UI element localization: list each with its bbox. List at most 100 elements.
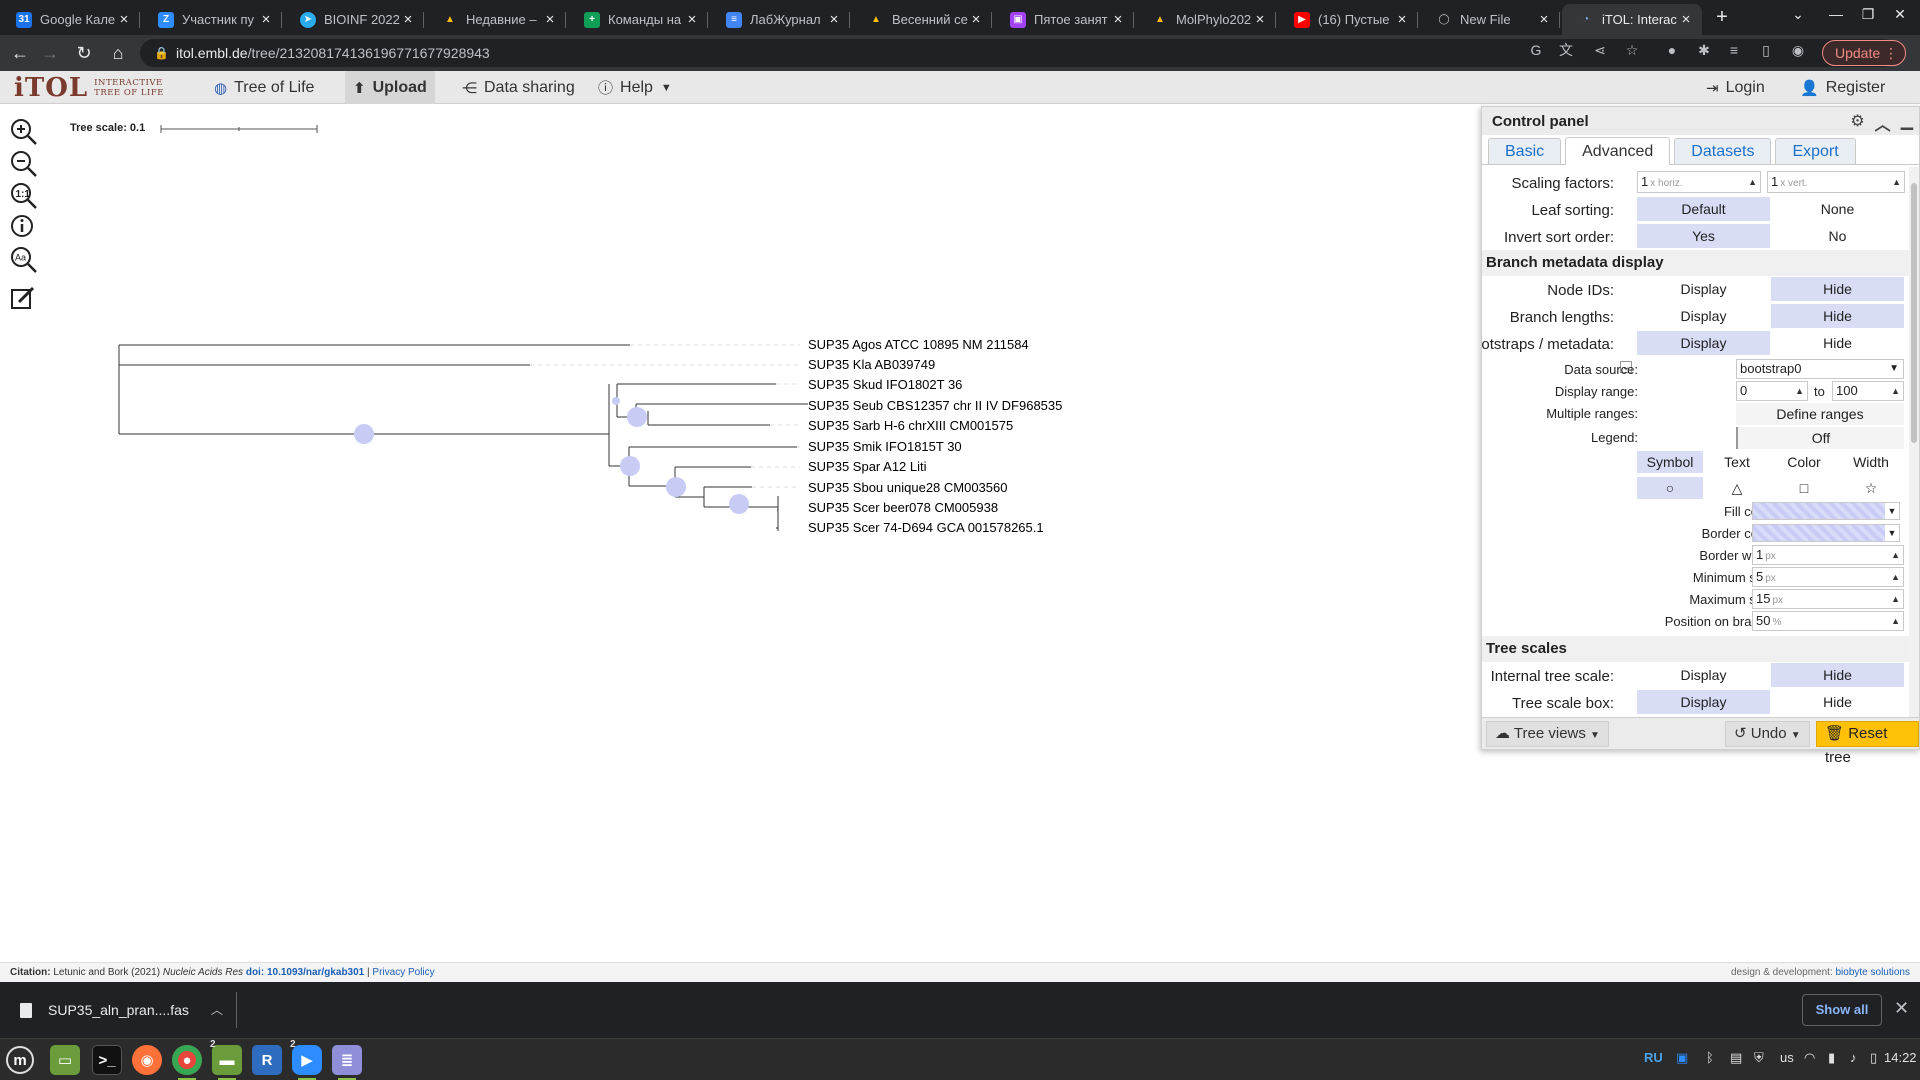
itol-logo[interactable]: iTOL Interactive Tree Of Life: [14, 73, 164, 103]
scale-box-hide-button[interactable]: Hide: [1771, 690, 1904, 714]
tab-datasets[interactable]: Datasets: [1674, 138, 1772, 164]
data-source-select[interactable]: bootstrap0 ▼: [1736, 359, 1904, 379]
close-icon[interactable]: ×: [258, 11, 274, 28]
browser-tab[interactable]: ▶ (16) Пустые ×: [1278, 4, 1418, 35]
star-shape-icon[interactable]: ☆: [1838, 477, 1904, 499]
minimum-size-input[interactable]: 5 px ▲: [1752, 567, 1904, 587]
tab-search-icon[interactable]: ⌄: [1784, 6, 1812, 23]
control-panel-scrollbar[interactable]: [1909, 167, 1919, 719]
gear-icon[interactable]: ⚙: [1850, 111, 1864, 135]
clipboard-icon[interactable]: ▤: [1730, 1050, 1742, 1066]
range-to-input[interactable]: 100 ▲: [1832, 381, 1904, 401]
scale-horizontal-input[interactable]: 1x horiz. ▲: [1637, 171, 1761, 193]
bootstraps-hide-button[interactable]: Hide: [1771, 331, 1904, 355]
square-shape-icon[interactable]: □: [1771, 477, 1837, 499]
media-control-icon[interactable]: ≡: [1724, 42, 1744, 58]
privacy-policy-link[interactable]: Privacy Policy: [372, 967, 434, 978]
menu-tree-of-life[interactable]: ◍ Tree of Life: [214, 71, 314, 104]
close-icon[interactable]: ×: [400, 11, 416, 28]
define-ranges-button[interactable]: Define ranges: [1736, 403, 1904, 425]
triangle-shape-icon[interactable]: △: [1704, 477, 1770, 499]
download-item[interactable]: SUP35_aln_pran....fas ︿: [20, 996, 223, 1024]
browser-tab[interactable]: ▲ Весенний се ×: [852, 4, 992, 35]
close-icon[interactable]: ×: [684, 11, 700, 28]
invert-sort-yes-button[interactable]: Yes: [1637, 224, 1770, 248]
mint-menu-icon[interactable]: m: [6, 1046, 34, 1074]
tree-views-button[interactable]: ☁ Tree views ▼: [1486, 721, 1609, 747]
browser-tab[interactable]: ▲ Недавние – ×: [426, 4, 566, 35]
browser-tab-active[interactable]: ◔ iTOL: Interac ×: [1562, 4, 1702, 35]
reset-tree-button[interactable]: 🗑 Reset tree: [1816, 721, 1919, 766]
close-icon[interactable]: ×: [116, 11, 132, 28]
share-icon[interactable]: ⋖: [1590, 42, 1610, 58]
bootstraps-display-button[interactable]: Display: [1637, 331, 1770, 355]
style-tab-text[interactable]: Text: [1704, 451, 1770, 473]
keyboard-layout-indicator[interactable]: RU: [1644, 1050, 1663, 1065]
control-panel-header[interactable]: Control panel ⚙ ︿ ▁: [1482, 107, 1919, 135]
terminal-icon[interactable]: >_: [92, 1045, 122, 1075]
zoom-app-icon[interactable]: ▶ 2: [290, 1039, 322, 1080]
border-width-input[interactable]: 1 px ▲: [1752, 545, 1904, 565]
google-lens-icon[interactable]: G: [1526, 42, 1546, 58]
forward-icon[interactable]: →: [38, 42, 62, 64]
side-panel-icon[interactable]: ▯: [1756, 42, 1776, 58]
home-icon[interactable]: ⌂: [106, 42, 130, 64]
translate-icon[interactable]: 文: [1556, 42, 1576, 58]
node-ids-display-button[interactable]: Display: [1637, 277, 1770, 301]
bluetooth-icon[interactable]: ᛒ: [1706, 1050, 1714, 1065]
internal-scale-hide-button[interactable]: Hide: [1771, 663, 1904, 687]
update-button[interactable]: Update ⋮: [1822, 40, 1906, 66]
files-icon[interactable]: ▬ 2: [210, 1039, 242, 1080]
zoom-tray-icon[interactable]: ▣: [1676, 1050, 1688, 1066]
new-tab-icon[interactable]: +: [1710, 6, 1734, 29]
undo-button[interactable]: ↺ Undo ▼: [1725, 721, 1810, 747]
maximum-size-input[interactable]: 15 px ▲: [1752, 589, 1904, 609]
close-icon[interactable]: ✕: [1894, 998, 1909, 1019]
leaf-sort-default-button[interactable]: Default: [1637, 197, 1770, 221]
close-icon[interactable]: ×: [968, 11, 984, 28]
extensions-puzzle-icon[interactable]: ✱: [1694, 42, 1714, 58]
close-icon[interactable]: ×: [1678, 11, 1694, 28]
collapse-up-icon[interactable]: ︿: [1875, 111, 1891, 135]
scale-box-display-button[interactable]: Display: [1637, 690, 1770, 714]
tab-advanced[interactable]: Advanced: [1565, 137, 1671, 165]
battery-icon[interactable]: ▮: [1828, 1050, 1835, 1066]
browser-tab[interactable]: Z Участник пу ×: [142, 4, 282, 35]
keyboard-indicator[interactable]: us: [1780, 1050, 1794, 1065]
node-ids-hide-button[interactable]: Hide: [1771, 277, 1904, 301]
scale-vertical-input[interactable]: 1x vert. ▲: [1767, 171, 1905, 193]
text-editor-icon[interactable]: ≣: [332, 1045, 362, 1080]
fill-color-picker[interactable]: ▼: [1752, 502, 1900, 520]
doi-link[interactable]: doi: 10.1093/nar/gkab301: [246, 967, 364, 978]
invert-sort-no-button[interactable]: No: [1771, 224, 1904, 248]
browser-tab[interactable]: ◯ New File ×: [1420, 4, 1560, 35]
phylogenetic-tree[interactable]: SUP35 Agos ATCC 10895 NM 211584 SUP35 Kl…: [0, 104, 1480, 704]
style-tab-symbol[interactable]: Symbol: [1637, 451, 1703, 473]
border-color-picker[interactable]: ▼: [1752, 524, 1900, 542]
menu-help[interactable]: ⓘ Help ▼: [598, 71, 672, 104]
menu-register[interactable]: 👤 Register: [1800, 71, 1885, 104]
chevron-up-icon[interactable]: ︿: [211, 996, 223, 1024]
show-desktop-icon[interactable]: ▭: [50, 1045, 80, 1075]
minimize-panel-icon[interactable]: ▁: [1901, 111, 1913, 135]
internal-scale-display-button[interactable]: Display: [1637, 663, 1770, 687]
extension-red-icon[interactable]: ●: [1662, 42, 1682, 58]
legend-toggle[interactable]: Off: [1736, 427, 1904, 449]
back-icon[interactable]: ←: [8, 42, 32, 64]
browser-tab[interactable]: ▣ Пятое занят ×: [994, 4, 1134, 35]
style-tab-width[interactable]: Width: [1838, 451, 1904, 473]
shield-icon[interactable]: ⛨: [1754, 1050, 1764, 1066]
reload-icon[interactable]: ↻: [72, 42, 96, 64]
leaf-labels[interactable]: SUP35 Agos ATCC 10895 NM 211584 SUP35 Kl…: [808, 337, 1062, 535]
volume-icon[interactable]: ♪: [1850, 1050, 1857, 1065]
close-icon[interactable]: ×: [542, 11, 558, 28]
tab-basic[interactable]: Basic: [1488, 138, 1562, 164]
close-icon[interactable]: ×: [1110, 11, 1126, 28]
wifi-icon[interactable]: ◠: [1804, 1050, 1815, 1066]
rstudio-icon[interactable]: R: [252, 1045, 282, 1075]
firefox-icon[interactable]: ◉: [132, 1045, 162, 1075]
profile-avatar[interactable]: ◉: [1788, 42, 1808, 58]
position-on-branch-input[interactable]: 50% ▲: [1752, 611, 1904, 631]
minimize-icon[interactable]: —: [1822, 6, 1850, 22]
close-icon[interactable]: ×: [1536, 11, 1552, 28]
